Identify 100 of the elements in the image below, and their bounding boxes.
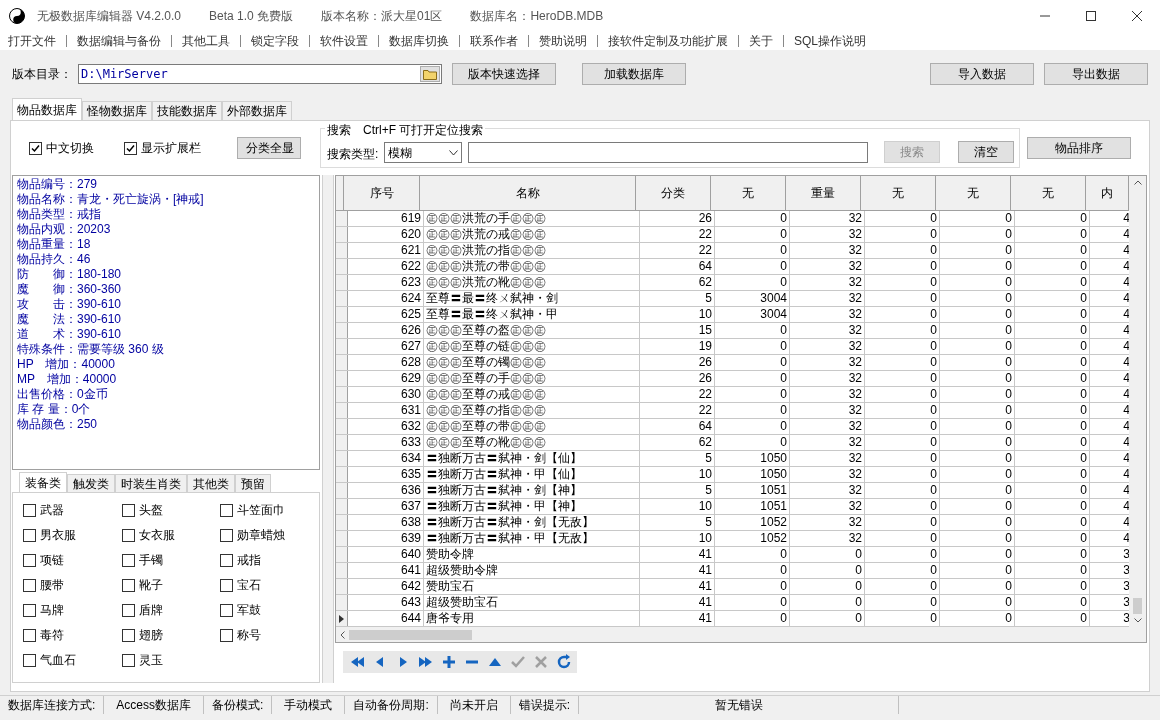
tab[interactable]: 外部数据库 xyxy=(222,101,292,120)
tab[interactable]: 物品数据库 xyxy=(12,98,82,120)
checkbox[interactable] xyxy=(121,503,135,517)
directory-field[interactable]: D:\MirServer xyxy=(78,64,442,84)
toolbar-button[interactable]: 版本快速选择 xyxy=(452,63,556,85)
table-cell: 0 xyxy=(715,211,790,226)
tab[interactable]: 时装生肖类 xyxy=(115,474,187,492)
menu-item[interactable]: 锁定字段 xyxy=(251,32,299,50)
table-cell: 1052 xyxy=(715,515,790,530)
table-cell: 627 xyxy=(348,339,424,354)
column-header[interactable]: 重量 xyxy=(786,176,861,210)
table-cell: 0 xyxy=(715,563,790,578)
sort-button[interactable]: 物品排序 xyxy=(1027,137,1131,159)
checkbox[interactable] xyxy=(23,628,36,642)
menu-item[interactable]: 其他工具 xyxy=(182,32,230,50)
checkbox[interactable] xyxy=(220,553,234,567)
table-cell: 3004 xyxy=(715,307,790,322)
checkbox[interactable] xyxy=(220,603,234,617)
menu-item[interactable]: 打开文件 xyxy=(8,32,56,50)
table-cell: 0 xyxy=(1015,307,1090,322)
tab[interactable]: 预留 xyxy=(235,474,271,492)
info-line: 出售价格：0金币 xyxy=(17,387,109,402)
folder-button[interactable] xyxy=(420,66,440,82)
table-cell: 0 xyxy=(865,275,940,290)
tab[interactable]: 其他类 xyxy=(187,474,235,492)
scroll-thumb[interactable] xyxy=(1133,598,1142,614)
table-cell: 0 xyxy=(1015,467,1090,482)
table-cell: 0 xyxy=(940,275,1015,290)
scroll-left-icon xyxy=(340,630,345,639)
toolbar-button[interactable]: 加载数据库 xyxy=(582,63,686,85)
checkbox[interactable] xyxy=(220,628,234,642)
checkbox[interactable] xyxy=(23,528,36,542)
column-header[interactable]: 无 xyxy=(1011,176,1086,210)
checkbox[interactable] xyxy=(220,578,234,592)
checkbox[interactable] xyxy=(121,528,135,542)
table-cell: 0 xyxy=(865,387,940,402)
checkbox[interactable] xyxy=(121,653,135,667)
table-cell: 64 xyxy=(640,259,715,274)
checkbox[interactable] xyxy=(23,603,36,617)
tab[interactable]: 技能数据库 xyxy=(152,101,222,120)
column-header[interactable]: 无 xyxy=(936,176,1011,210)
column-header[interactable]: 无 xyxy=(711,176,786,210)
tab[interactable]: 装备类 xyxy=(19,472,67,492)
column-header[interactable]: 序号 xyxy=(344,176,420,210)
checkbox[interactable] xyxy=(124,141,137,155)
checkbox-label: 中文切换 xyxy=(46,140,94,157)
checkbox[interactable] xyxy=(23,578,36,592)
column-header[interactable]: 名称 xyxy=(420,176,636,210)
table-cell: ㊣㊣㊣至尊の戒㊣㊣㊣ xyxy=(424,387,640,402)
search-field[interactable] xyxy=(468,142,869,163)
menu-item[interactable]: 软件设置 xyxy=(320,32,368,50)
table-cell: 0 xyxy=(865,499,940,514)
horizontal-scrollbar[interactable] xyxy=(336,627,1146,642)
menu-item[interactable]: 关于 xyxy=(749,32,773,50)
table-cell: 633 xyxy=(348,435,424,450)
vertical-scrollbar[interactable] xyxy=(1129,176,1146,627)
menu-item[interactable]: 联系作者 xyxy=(470,32,518,50)
table-cell: 赞助令牌 xyxy=(424,547,640,562)
column-header[interactable]: 分类 xyxy=(636,176,711,210)
table-cell: 32 xyxy=(790,339,865,354)
checkbox[interactable] xyxy=(220,503,234,517)
table-cell: 634 xyxy=(348,451,424,466)
menu-item[interactable]: 数据编辑与备份 xyxy=(77,32,161,50)
tab[interactable]: 触发类 xyxy=(67,474,115,492)
menu-item[interactable]: 接软件定制及功能扩展 xyxy=(608,32,728,50)
checkbox[interactable] xyxy=(121,553,135,567)
tab[interactable]: 怪物数据库 xyxy=(82,101,152,120)
clear-button[interactable]: 清空 xyxy=(958,141,1015,163)
directory-label: 版本目录： xyxy=(12,66,72,83)
checkbox[interactable] xyxy=(23,503,36,517)
checkbox[interactable] xyxy=(29,141,42,155)
row-indicator[interactable] xyxy=(336,611,348,626)
table-cell: 0 xyxy=(940,323,1015,338)
checkbox-label: 灵玉 xyxy=(138,652,163,669)
checkbox-label: 军鼓 xyxy=(237,602,262,619)
table-cell: 32 xyxy=(790,451,865,466)
checkbox[interactable] xyxy=(23,553,36,567)
toolbar-button[interactable]: 导出数据 xyxy=(1044,63,1148,85)
checkbox[interactable] xyxy=(121,603,135,617)
toolbar-button[interactable]: 导入数据 xyxy=(930,63,1034,85)
checkbox[interactable] xyxy=(23,653,36,667)
table-cell: 635 xyxy=(348,467,424,482)
table-cell: 32 xyxy=(790,291,865,306)
checkbox[interactable] xyxy=(220,528,234,542)
checkbox-label: 勋章蜡烛 xyxy=(237,527,286,544)
show-all-button[interactable]: 分类全显 xyxy=(237,137,301,159)
table-cell: 0 xyxy=(1015,563,1090,578)
menu-item[interactable]: SQL操作说明 xyxy=(794,32,866,50)
search-type-dropdown[interactable]: 模糊 xyxy=(384,142,463,163)
checkbox[interactable] xyxy=(121,578,135,592)
menu-item[interactable]: 赞助说明 xyxy=(539,32,587,50)
column-header[interactable]: 内 xyxy=(1086,176,1129,210)
column-header[interactable]: 无 xyxy=(861,176,936,210)
checkbox[interactable] xyxy=(121,628,135,642)
table-cell: 0 xyxy=(865,451,940,466)
table-cell: 0 xyxy=(940,243,1015,258)
menu-item[interactable]: 数据库切换 xyxy=(389,32,449,50)
checkbox-label: 毒符 xyxy=(40,627,64,644)
scroll-thumb[interactable] xyxy=(349,629,472,640)
window-title: 无极数据库编辑器 V4.2.0.0 xyxy=(37,8,182,25)
